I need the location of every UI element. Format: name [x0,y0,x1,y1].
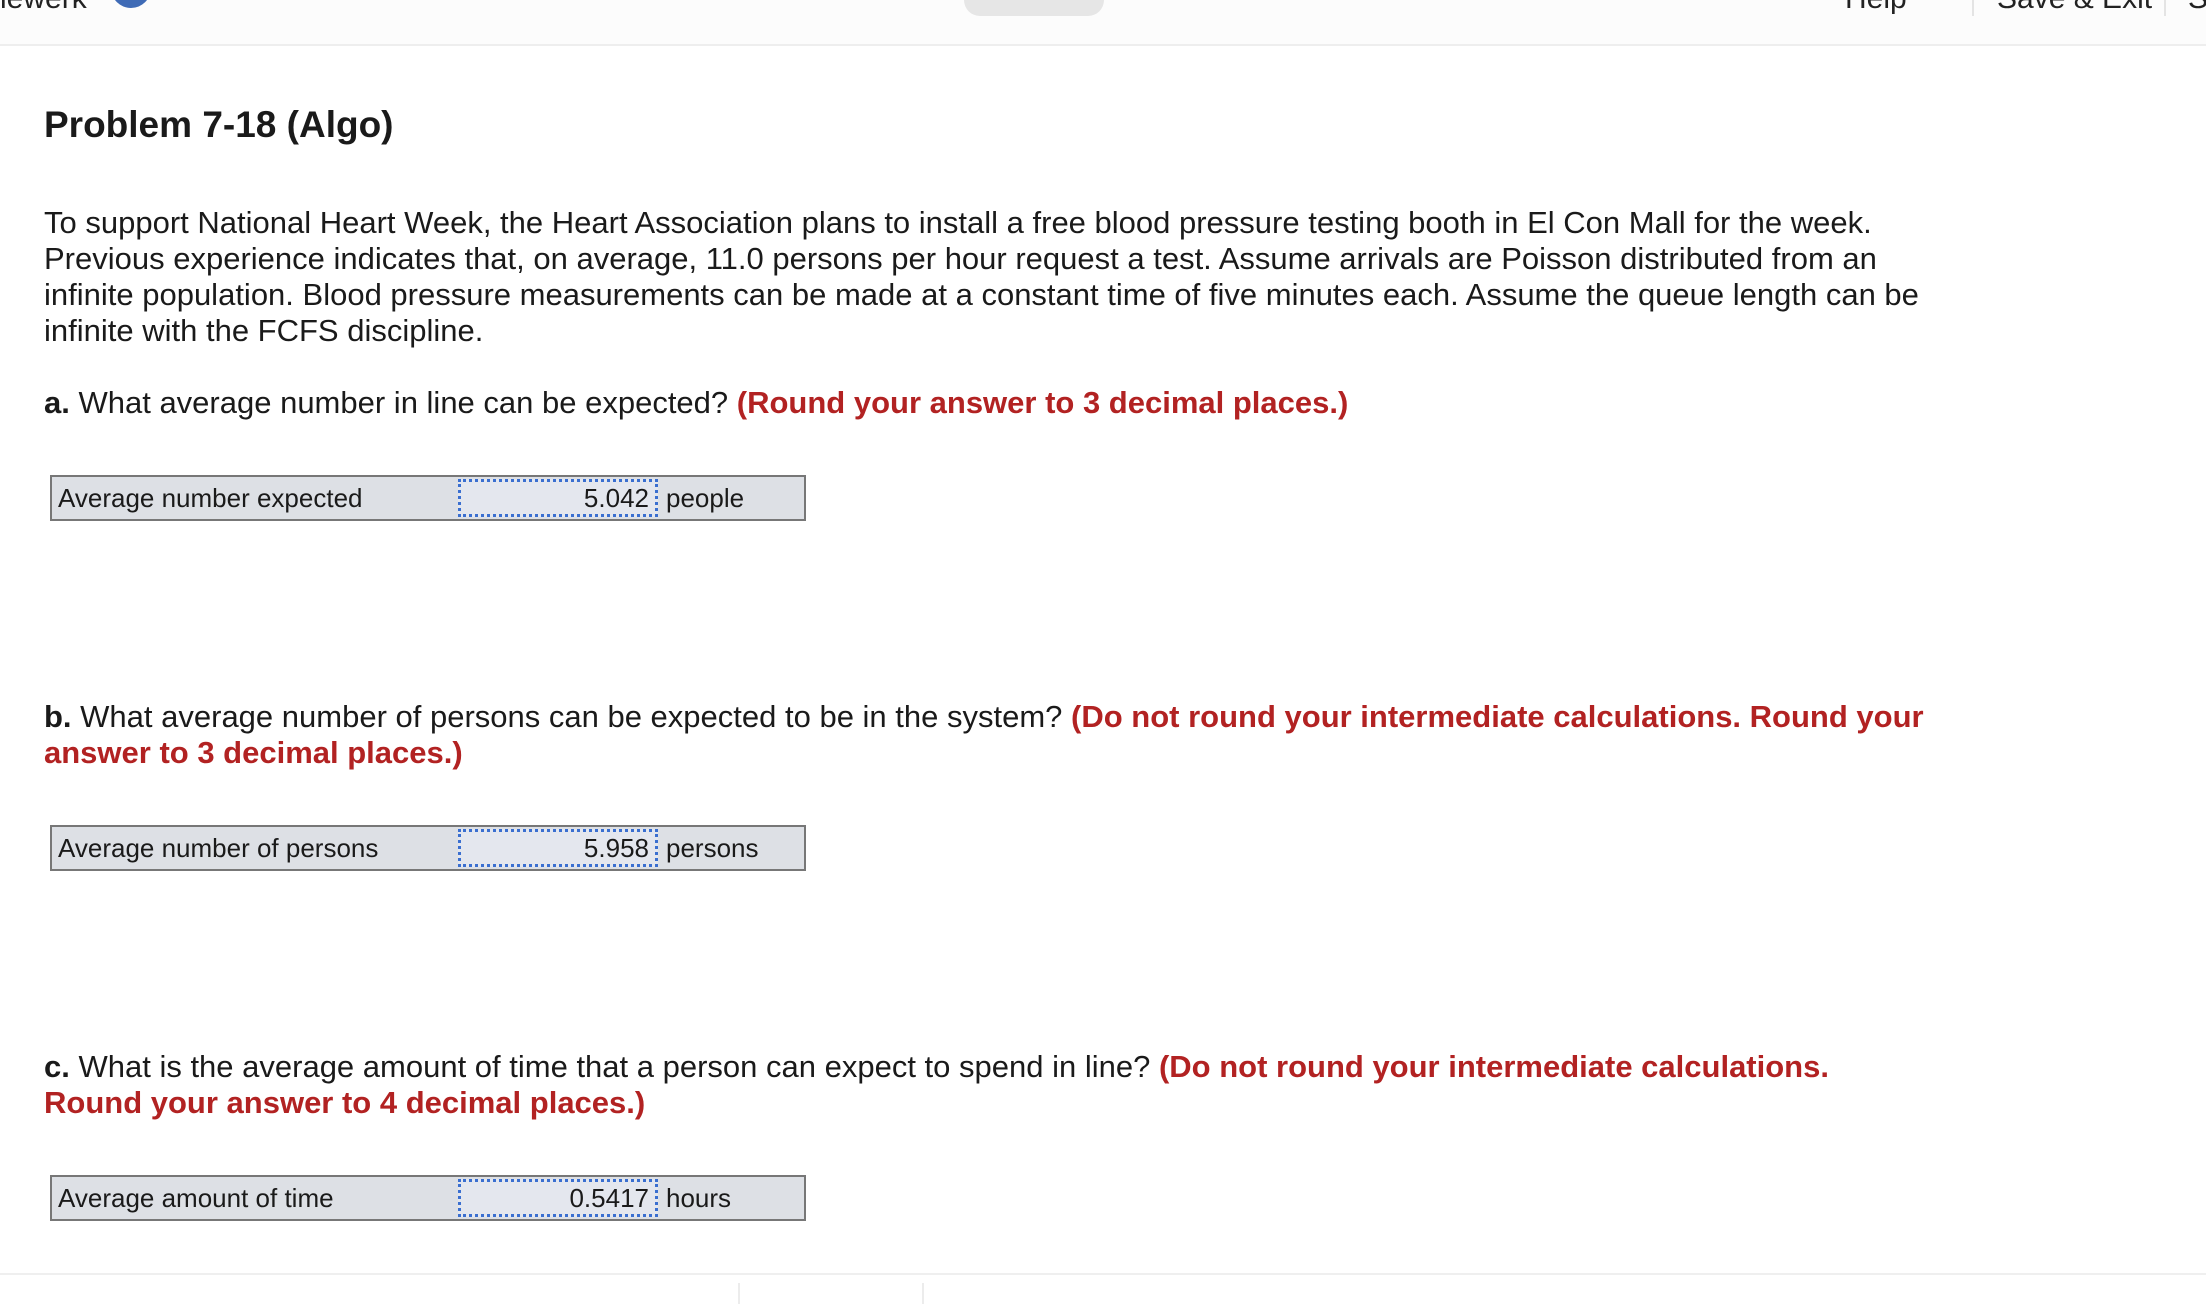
question-tab-pill[interactable] [964,0,1104,16]
question-letter: a. [44,385,70,420]
problem-title: Problem 7-18 (Algo) [44,104,394,145]
answer-unit: hours [666,1182,732,1213]
top-toolbar: iewerk Help Save & Exit S [0,0,2206,46]
question-a: a. What average number in line can be ex… [44,385,1924,421]
toolbar-divider [2164,0,2166,16]
submit-link[interactable]: S [2188,0,2206,16]
question-text: What is the average amount of time that … [69,1049,1159,1084]
answer-input[interactable]: 5.042 [458,479,658,517]
footer-divider [0,1273,2206,1275]
answer-label: Average amount of time [58,1182,334,1213]
problem-content: Problem 7-18 (Algo) To support National … [44,95,1944,1221]
footer-nav-divider [922,1283,924,1304]
question-letter: b. [44,699,72,734]
question-b: b. What average number of persons can be… [44,699,1924,771]
answer-label: Average number of persons [58,832,379,863]
save-exit-link[interactable]: Save & Exit [1997,0,2152,16]
answer-row-c: Average amount of time 0.5417 hours [50,1175,806,1221]
answer-input[interactable]: 5.958 [458,829,658,867]
question-text: What average number in line can be expec… [69,385,737,420]
toolbar-divider [1972,0,1974,16]
footer-nav-divider [738,1283,740,1304]
question-hint: (Round your answer to 3 decimal places.) [736,385,1349,420]
question-letter: c. [44,1049,70,1084]
answer-row-b: Average number of persons 5.958 persons [50,825,806,871]
answer-row-a: Average number expected 5.042 people [50,475,806,521]
answer-label: Average number expected [58,482,363,513]
assignment-title-fragment: iewerk [0,0,87,16]
info-icon[interactable] [111,0,151,8]
answer-unit: people [666,482,745,513]
problem-statement: To support National Heart Week, the Hear… [44,205,1919,348]
answer-unit: persons [666,832,759,863]
answer-input[interactable]: 0.5417 [458,1179,658,1217]
help-link[interactable]: Help [1845,0,1907,16]
question-text: What average number of persons can be ex… [71,699,1072,734]
question-c: c. What is the average amount of time th… [44,1049,1924,1121]
